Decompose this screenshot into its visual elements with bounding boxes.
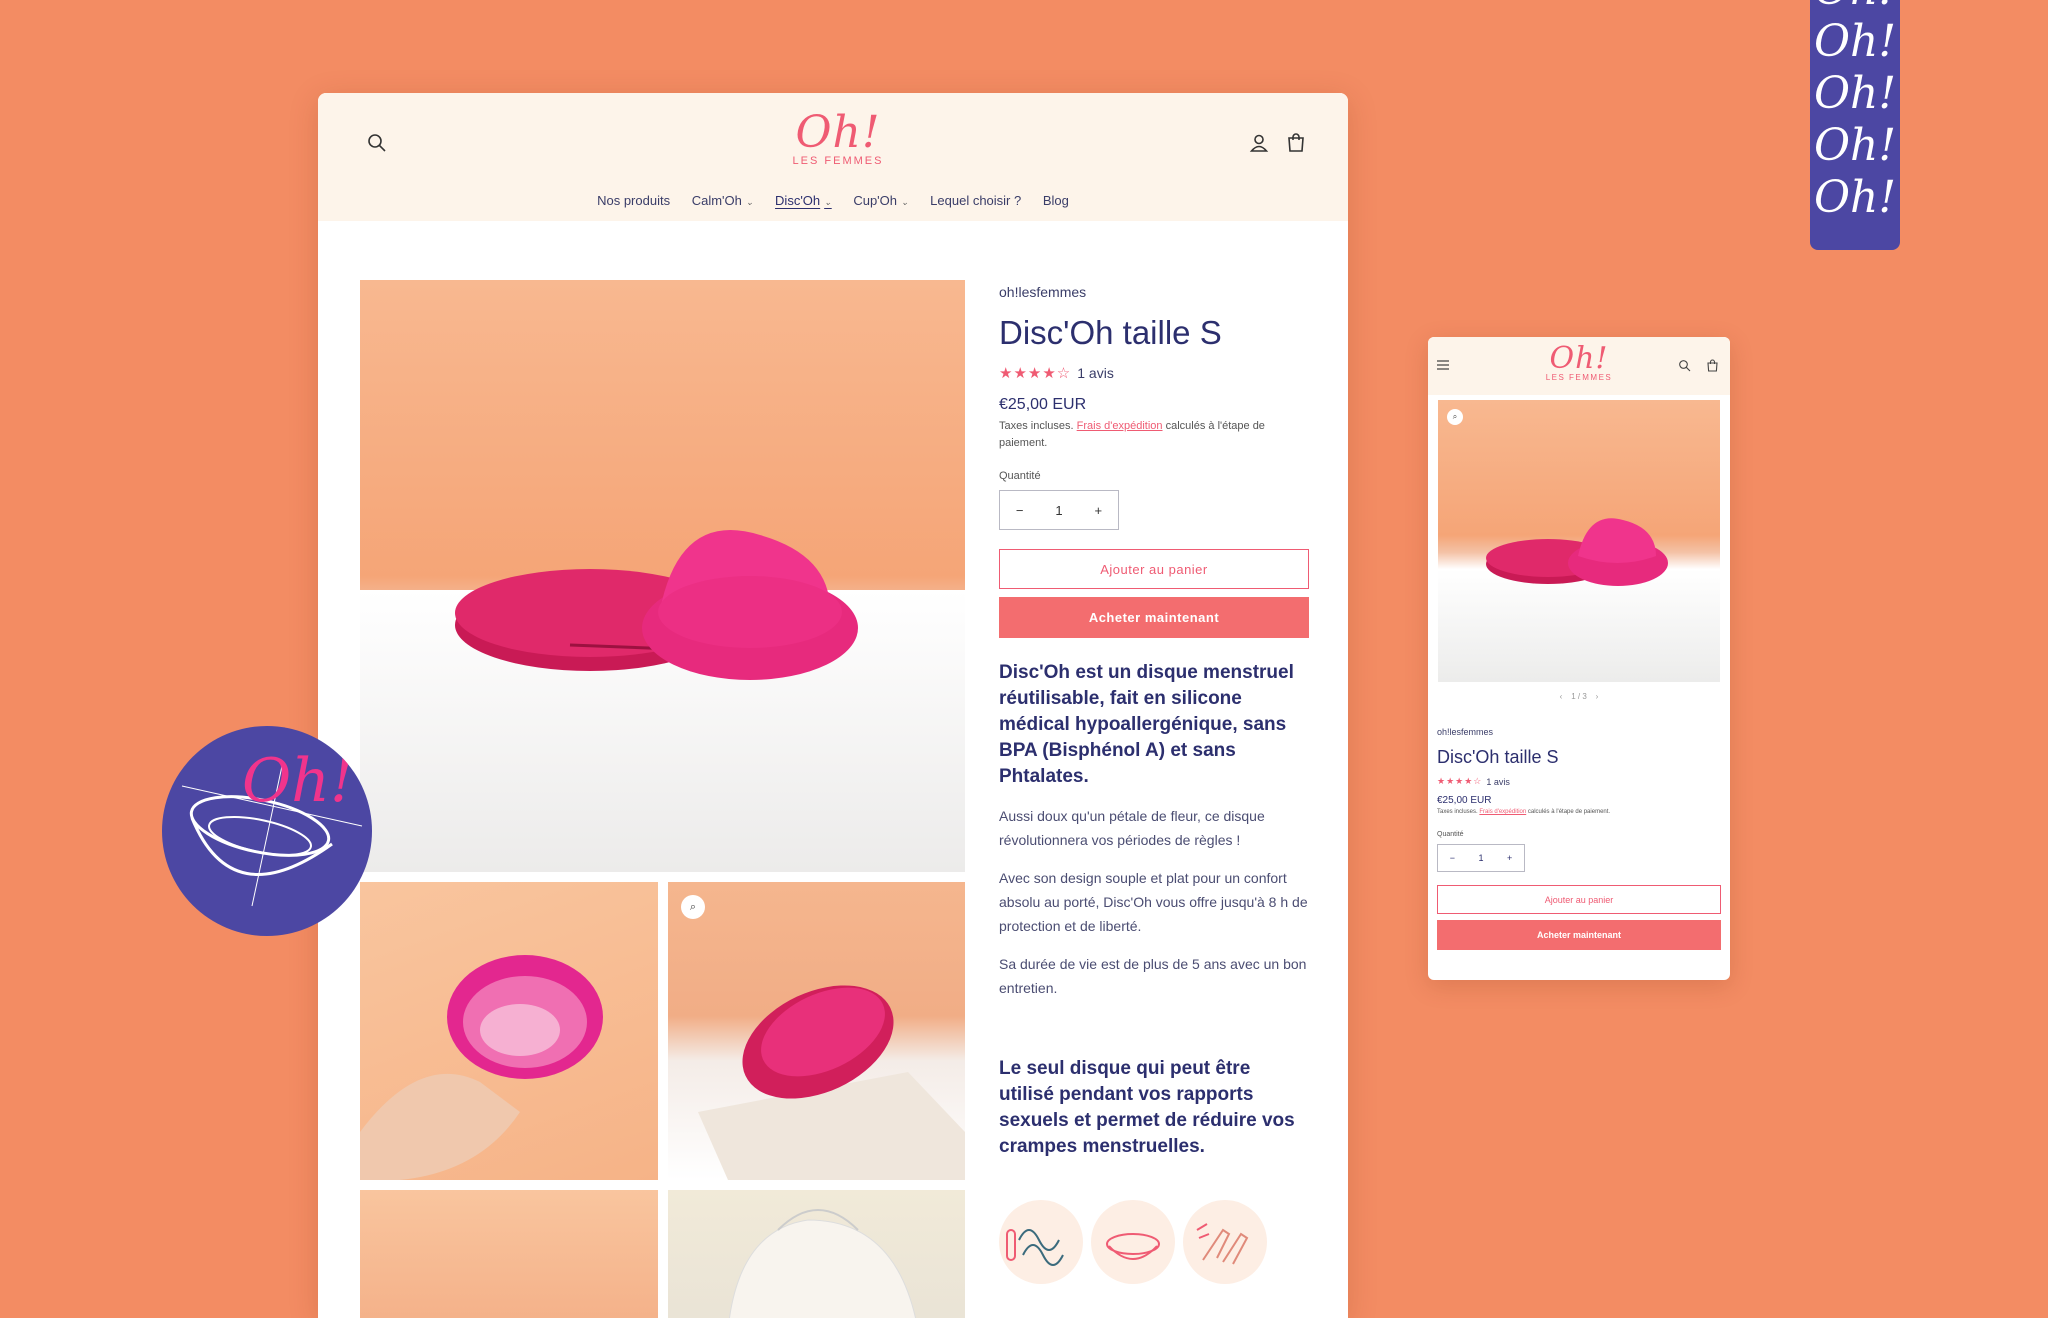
product-rating[interactable]: ★★★★☆ 1 avis bbox=[1437, 776, 1723, 787]
strip-logo-text: Oh! bbox=[1813, 16, 1897, 67]
shipping-link[interactable]: Frais d'expédition bbox=[1479, 809, 1526, 815]
search-icon[interactable] bbox=[366, 132, 388, 154]
chevron-down-icon: ⌄ bbox=[745, 197, 754, 207]
main-navigation: Nos produits Calm'Oh ⌄ Disc'Oh ⌄ Cup'Oh ⌄ L… bbox=[318, 193, 1348, 208]
nav-item-blog[interactable]: Blog bbox=[1043, 193, 1069, 208]
nav-item-nos-produits[interactable]: Nos produits bbox=[597, 193, 670, 208]
product-vendor: oh!lesfemmes bbox=[999, 284, 1087, 300]
product-rating[interactable]: ★★★★☆ 1 avis bbox=[999, 364, 1309, 382]
strip-logo-text: Oh! bbox=[1813, 68, 1897, 119]
product-price: €25,00 EUR bbox=[1437, 795, 1492, 806]
search-icon[interactable] bbox=[1678, 359, 1691, 372]
feature-badges bbox=[999, 1200, 1309, 1284]
nav-item-cup-oh[interactable]: Cup'Oh ⌄ bbox=[853, 193, 908, 208]
tax-note: Taxes incluses. Frais d'expédition calcu… bbox=[1437, 809, 1723, 815]
logo-subtitle: LES FEMMES bbox=[1545, 373, 1613, 382]
product-title: Disc'Oh taille S bbox=[999, 314, 1222, 351]
image-pager: ‹ 1 / 3 › bbox=[1428, 692, 1730, 701]
add-to-cart-button[interactable]: Ajouter au panier bbox=[999, 549, 1309, 589]
site-header: Oh! LES FEMMES Nos produits Calm'Oh ⌄ Dis… bbox=[318, 93, 1348, 221]
nav-item-disc-oh[interactable]: Disc'Oh ⌄ bbox=[775, 193, 832, 208]
mobile-product-image[interactable]: ⌕ bbox=[1438, 400, 1720, 682]
product-vendor: oh!lesfemmes bbox=[1437, 727, 1494, 737]
sticker-circle-disc: Oh! bbox=[162, 726, 372, 936]
chevron-right-icon[interactable]: › bbox=[1596, 692, 1599, 701]
mobile-header: Oh! LES FEMMES bbox=[1428, 337, 1730, 395]
product-price: €25,00 EUR bbox=[999, 396, 1087, 413]
product-image-hand[interactable] bbox=[360, 882, 658, 1180]
chevron-left-icon[interactable]: ‹ bbox=[1560, 692, 1563, 701]
product-image-3[interactable] bbox=[360, 1190, 658, 1318]
chevron-down-icon: ⌄ bbox=[824, 197, 832, 207]
product-image-pouch[interactable] bbox=[668, 1190, 965, 1318]
menu-icon[interactable] bbox=[1436, 358, 1450, 372]
desktop-browser-window: Oh! LES FEMMES Nos produits Calm'Oh ⌄ Dis… bbox=[318, 93, 1348, 1318]
quantity-input[interactable]: 1 bbox=[1478, 853, 1483, 863]
mobile-preview-window: Oh! LES FEMMES ⌕ ‹ 1 / 3 › oh!lesfemmes … bbox=[1428, 337, 1730, 980]
quantity-label: Quantité bbox=[1437, 831, 1464, 838]
pager-count: 1 / 3 bbox=[1571, 692, 1587, 701]
logo-mark: Oh! bbox=[1549, 341, 1609, 376]
chevron-down-icon: ⌄ bbox=[901, 197, 909, 207]
buy-now-button[interactable]: Acheter maintenant bbox=[1437, 920, 1721, 950]
product-highlight: Le seul disque qui peut être utilisé pen… bbox=[999, 1058, 1295, 1157]
rating-stars: ★★★★☆ bbox=[1437, 776, 1483, 786]
product-paragraph: Aussi doux qu'un pétale de fleur, ce dis… bbox=[999, 808, 1265, 848]
product-title: Disc'Oh taille S bbox=[1437, 747, 1559, 767]
quantity-input[interactable]: 1 bbox=[1055, 503, 1062, 518]
logo-subtitle: LES FEMMES bbox=[792, 155, 884, 167]
quantity-increase-button[interactable]: + bbox=[1507, 853, 1512, 863]
quantity-increase-button[interactable]: + bbox=[1094, 503, 1102, 518]
quantity-decrease-button[interactable]: − bbox=[1016, 503, 1024, 518]
mobile-product-info: oh!lesfemmes Disc'Oh taille S ★★★★☆ 1 av… bbox=[1437, 727, 1723, 950]
review-count: 1 avis bbox=[1077, 365, 1114, 381]
site-logo[interactable]: Oh! LES FEMMES bbox=[788, 107, 888, 168]
logo-mark: Oh! bbox=[795, 107, 881, 158]
tax-prefix: Taxes incluses. bbox=[1437, 809, 1478, 815]
account-icon[interactable] bbox=[1248, 132, 1270, 154]
product-lead: Disc'Oh est un disque menstruel réutilis… bbox=[999, 662, 1294, 787]
product-main-image[interactable] bbox=[360, 280, 965, 872]
review-count: 1 avis bbox=[1486, 776, 1510, 787]
product-paragraph: Sa durée de vie est de plus de 5 ans ave… bbox=[999, 956, 1307, 996]
cart-icon[interactable] bbox=[1706, 359, 1719, 372]
strip-logo-text: Oh! bbox=[1810, 0, 1900, 16]
strip-logo-text: Oh! bbox=[1813, 172, 1897, 223]
sticker-logo-text: Oh! bbox=[242, 746, 354, 816]
cart-icon[interactable] bbox=[1285, 132, 1307, 154]
tax-suffix: calculés à l'étape de paiement. bbox=[1527, 809, 1611, 815]
quantity-label: Quantité bbox=[999, 470, 1041, 482]
sticker-strip-logo: Oh! Oh! Oh! Oh! Oh! bbox=[1810, 0, 1900, 250]
badge-illustration-hand bbox=[1183, 1200, 1267, 1284]
shipping-link[interactable]: Frais d'expédition bbox=[1077, 420, 1163, 432]
nav-item-calm-oh[interactable]: Calm'Oh ⌄ bbox=[692, 193, 754, 208]
product-info: oh!lesfemmes Disc'Oh taille S ★★★★☆ 1 av… bbox=[999, 280, 1309, 1284]
badge-illustration-tampons bbox=[999, 1200, 1083, 1284]
quantity-stepper: − 1 + bbox=[1437, 844, 1525, 872]
strip-logo-text: Oh! bbox=[1813, 120, 1897, 171]
rating-stars: ★★★★☆ bbox=[999, 365, 1072, 382]
nav-item-lequel-choisir[interactable]: Lequel choisir ? bbox=[930, 193, 1021, 208]
quantity-decrease-button[interactable]: − bbox=[1450, 853, 1455, 863]
buy-now-button[interactable]: Acheter maintenant bbox=[999, 597, 1309, 638]
quantity-stepper: − 1 + bbox=[999, 490, 1119, 530]
badge-illustration-disc bbox=[1091, 1200, 1175, 1284]
product-paragraph: Avec son design souple et plat pour un c… bbox=[999, 870, 1308, 934]
tax-note: Taxes incluses. Frais d'expédition calcu… bbox=[999, 418, 1309, 452]
tax-prefix: Taxes incluses. bbox=[999, 420, 1074, 432]
add-to-cart-button[interactable]: Ajouter au panier bbox=[1437, 885, 1721, 914]
product-image-disc-on-pouch[interactable]: ⌕ bbox=[668, 882, 965, 1180]
mobile-logo[interactable]: Oh! LES FEMMES bbox=[1543, 341, 1615, 383]
